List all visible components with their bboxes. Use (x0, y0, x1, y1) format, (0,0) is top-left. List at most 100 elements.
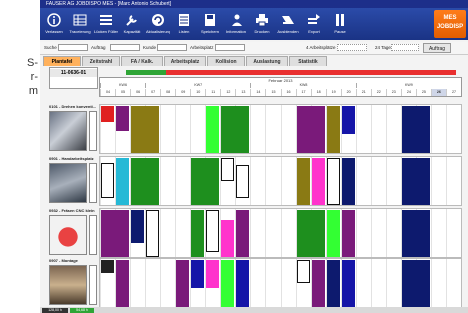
job-block[interactable] (401, 210, 430, 257)
tab-fa-kalk[interactable]: FA / Kalk. (121, 56, 163, 66)
calendar-day[interactable]: 18 (310, 89, 326, 96)
calendar-day[interactable]: 08 (160, 89, 175, 96)
job-block[interactable] (131, 210, 145, 243)
toolbar-button-listen[interactable]: Listen (172, 10, 196, 38)
job-block[interactable] (401, 158, 430, 205)
job-block[interactable] (401, 106, 430, 153)
job-block[interactable] (101, 162, 115, 198)
customer-input[interactable] (157, 44, 187, 51)
job-block[interactable] (401, 260, 430, 307)
toolbar-button-aktualisierung[interactable]: Aktualisierung (146, 10, 170, 38)
job-block[interactable] (326, 210, 340, 257)
workplace-count-slider[interactable] (337, 44, 367, 51)
job-block[interactable] (236, 165, 250, 198)
job-block[interactable] (341, 158, 355, 205)
toolbar-button-pause[interactable]: Pause (328, 10, 352, 38)
job-block[interactable] (341, 106, 355, 134)
job-block[interactable] (116, 106, 130, 132)
job-block[interactable] (326, 106, 340, 153)
calendar-day[interactable]: 20 (340, 89, 356, 96)
gantt-row[interactable] (99, 258, 462, 308)
calendar-day[interactable]: 13 (235, 89, 250, 96)
calendar-day[interactable]: 23 (385, 89, 401, 96)
job-block[interactable] (221, 260, 235, 307)
gantt-day-gridline (160, 105, 162, 153)
job-block[interactable] (221, 106, 250, 153)
job-block[interactable] (311, 260, 325, 307)
days-slider[interactable] (391, 44, 419, 51)
job-block[interactable] (176, 260, 190, 307)
calendar-day[interactable]: 11 (205, 89, 220, 96)
workplace-input[interactable] (215, 44, 245, 51)
job-block[interactable] (131, 158, 160, 205)
job-block[interactable] (326, 158, 340, 205)
toolbar-button-traceierung[interactable]: Traceierung (68, 10, 92, 38)
tab-arbeitsplatz[interactable]: Arbeitsplatz (164, 56, 206, 66)
job-block[interactable] (131, 106, 160, 153)
gantt-row[interactable] (99, 208, 462, 258)
calendar-day[interactable]: 24 (400, 89, 416, 96)
toolbar-button-verlassen[interactable]: Verlassen (42, 10, 66, 38)
job-block[interactable] (101, 260, 115, 274)
job-block[interactable] (296, 260, 310, 283)
tab-kollision[interactable]: Kollision (207, 56, 245, 66)
job-block[interactable] (221, 158, 235, 181)
job-block[interactable] (311, 158, 325, 205)
calendar-day[interactable]: 10 (190, 89, 205, 96)
job-block[interactable] (341, 210, 355, 257)
search-input[interactable] (58, 44, 88, 51)
job-block[interactable] (296, 210, 325, 257)
job-block[interactable] (206, 210, 220, 253)
toolbar-button-drucken[interactable]: Drucken (250, 10, 274, 38)
calendar-day[interactable]: 19 (325, 89, 341, 96)
calendar-day[interactable]: 27 (445, 89, 461, 96)
job-block[interactable] (206, 106, 220, 153)
tab-plantafel[interactable]: Plantafel (43, 56, 81, 66)
job-block[interactable] (221, 219, 235, 257)
job-block[interactable] (236, 260, 250, 307)
job-block[interactable] (101, 210, 130, 257)
calendar-day[interactable]: 05 (115, 89, 130, 96)
calendar-day[interactable]: 09 (175, 89, 190, 96)
job-block[interactable] (116, 260, 130, 307)
toolbar-button-ausblenden[interactable]: Ausblenden (276, 10, 300, 38)
job-block[interactable] (146, 210, 160, 257)
job-block[interactable] (326, 260, 340, 307)
job-block[interactable] (101, 106, 115, 122)
tab-zeitstrahl[interactable]: Zeitstrahl (82, 56, 120, 66)
calendar-day[interactable]: 04 (100, 89, 115, 96)
calendar-day[interactable]: 06 (130, 89, 145, 96)
job-block[interactable] (341, 260, 355, 307)
job-block[interactable] (236, 210, 250, 257)
job-block[interactable] (116, 158, 130, 205)
job-block[interactable] (191, 260, 205, 288)
order-selector[interactable]: 11-0636-01 (49, 67, 98, 89)
calendar-day[interactable]: 26 (430, 89, 446, 96)
tab-auslastung[interactable]: Auslastung (246, 56, 288, 66)
toolbar-button-luecken-fuellen[interactable]: Lücken Füllen (94, 10, 118, 38)
toolbar-button-information[interactable]: Information (224, 10, 248, 38)
order-search-button[interactable]: Auftrag (423, 43, 451, 53)
job-block[interactable] (191, 210, 205, 257)
tab-statistik[interactable]: Statistik (289, 56, 327, 66)
gantt-row[interactable] (99, 156, 462, 206)
calendar-day[interactable]: 12 (220, 89, 235, 96)
calendar-day[interactable]: 07 (145, 89, 160, 96)
calendar-day[interactable]: 22 (370, 89, 386, 96)
toolbar-button-export[interactable]: Export (302, 10, 326, 38)
calendar-day[interactable]: 21 (355, 89, 371, 96)
calendar-week: KW8 (250, 83, 355, 88)
calendar-day[interactable]: 14 (250, 89, 265, 96)
job-block[interactable] (206, 260, 220, 288)
job-block[interactable] (296, 106, 325, 153)
toolbar-button-speichern[interactable]: Speichern (198, 10, 222, 38)
gantt-row[interactable] (99, 104, 462, 154)
order-input[interactable] (110, 44, 140, 51)
job-block[interactable] (191, 158, 220, 205)
calendar-day[interactable]: 25 (415, 89, 431, 96)
calendar-day[interactable]: 15 (265, 89, 280, 96)
toolbar-button-kapazitaet[interactable]: Kapazität (120, 10, 144, 38)
calendar-day[interactable]: 17 (295, 89, 311, 96)
calendar-day[interactable]: 16 (280, 89, 296, 96)
job-block[interactable] (296, 158, 310, 205)
